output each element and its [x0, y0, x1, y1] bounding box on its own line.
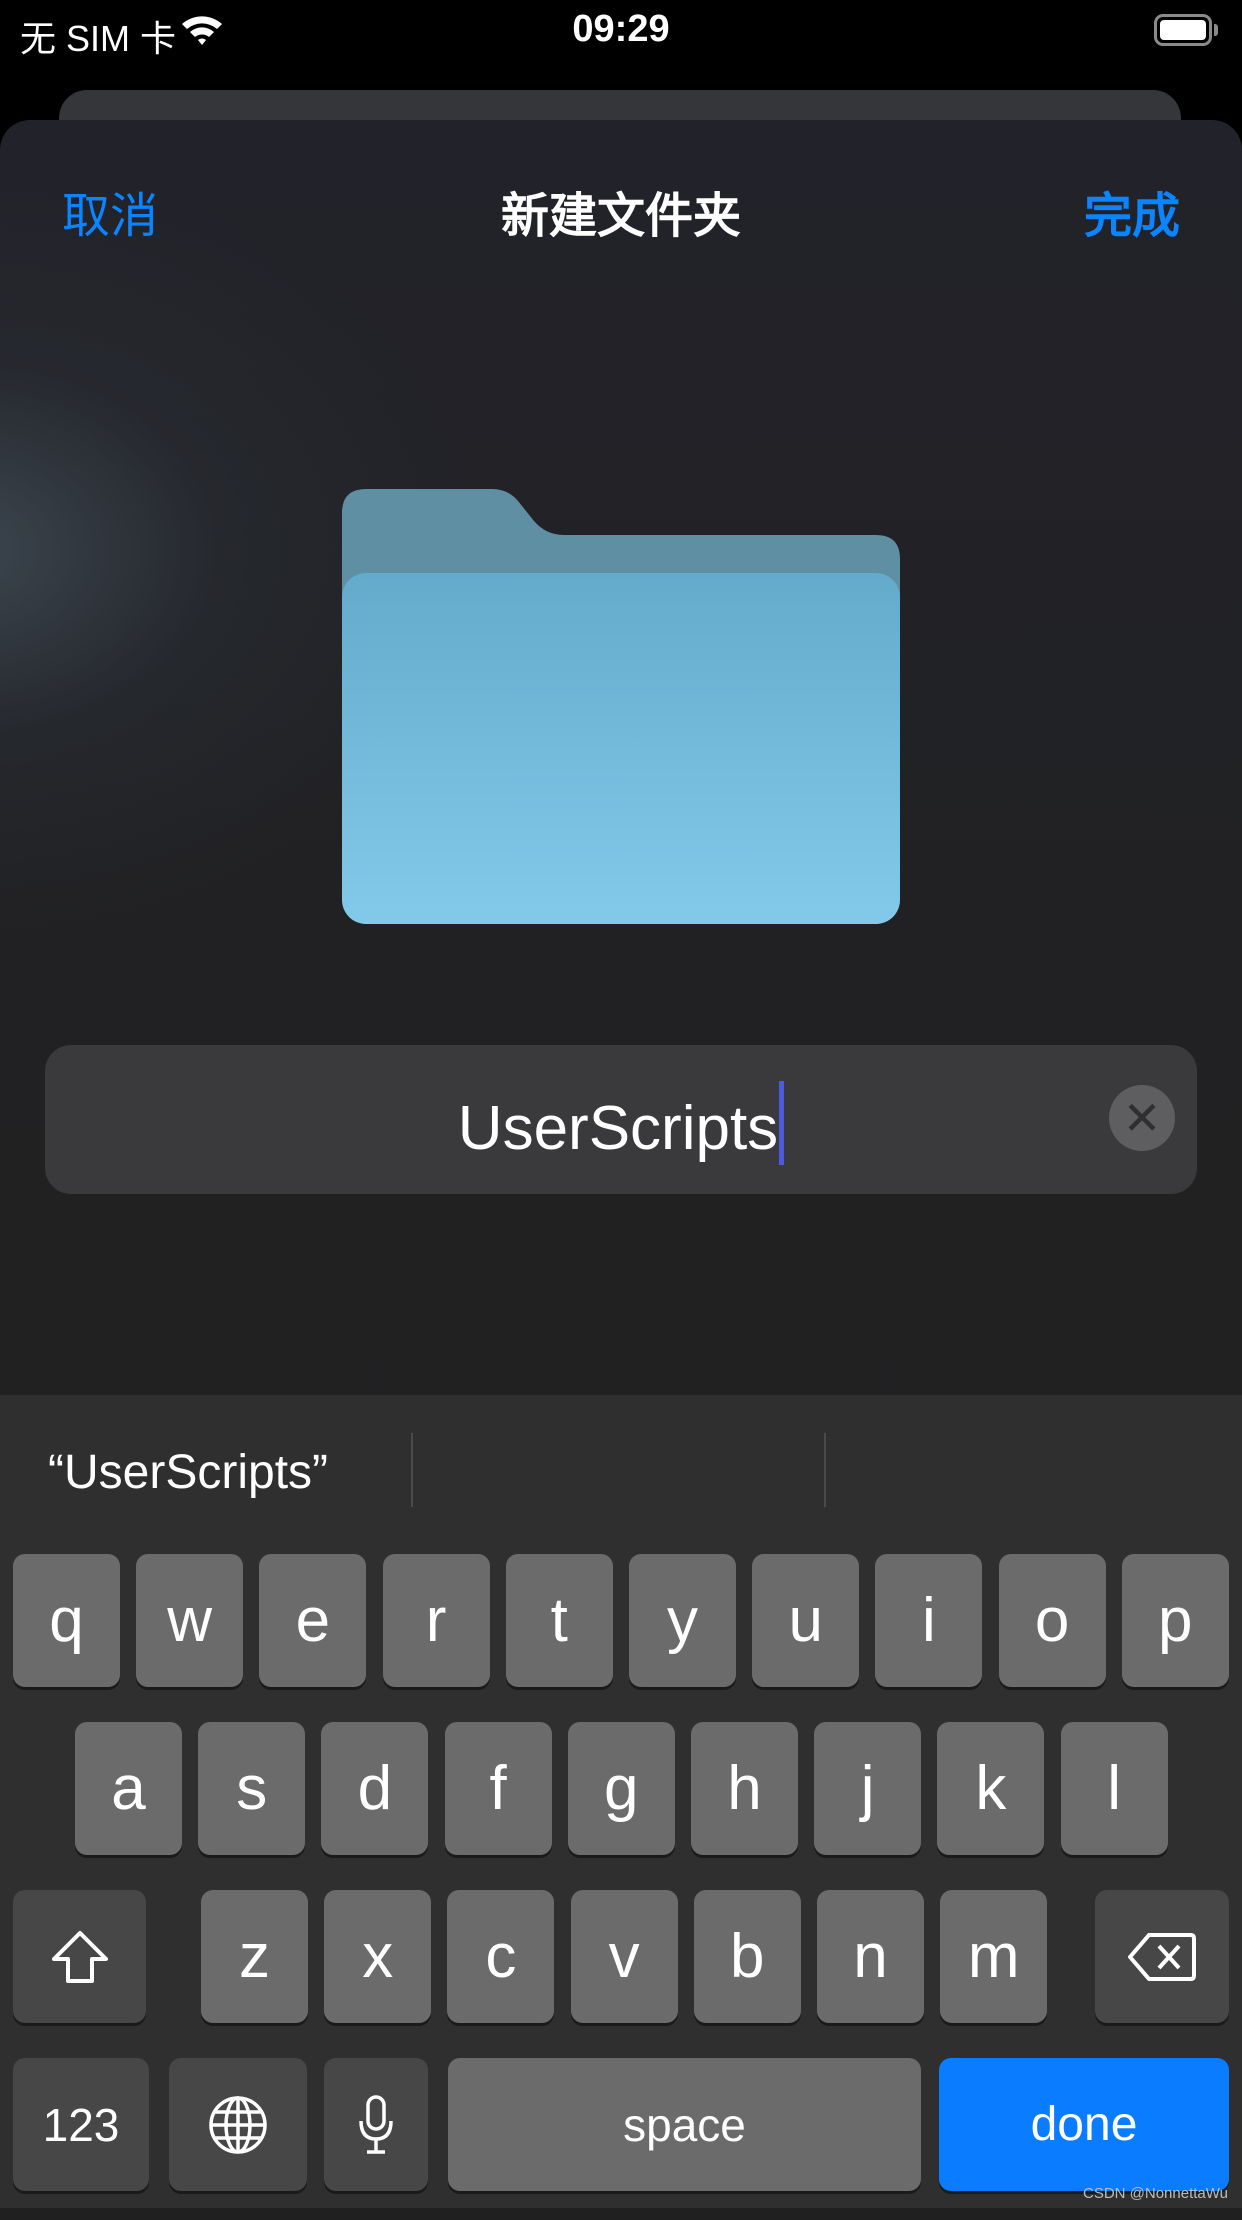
globe-key[interactable] [169, 2058, 307, 2191]
microphone-key[interactable] [324, 2058, 428, 2191]
clock: 09:29 [572, 8, 670, 50]
key-z[interactable]: z [201, 1890, 308, 2023]
space-key[interactable]: space [448, 2058, 921, 2191]
shift-icon [51, 1930, 108, 1983]
key-f[interactable]: f [444, 1722, 552, 1855]
key-g[interactable]: g [567, 1722, 675, 1855]
key-r[interactable]: r [382, 1554, 490, 1687]
battery-nub [1214, 24, 1218, 36]
delete-icon [1128, 1932, 1196, 1981]
keyboard-done-key[interactable]: done [939, 2058, 1229, 2191]
key-d[interactable]: d [321, 1722, 429, 1855]
key-h[interactable]: h [691, 1722, 798, 1855]
key-u[interactable]: u [752, 1554, 860, 1687]
status-bar: 无 SIM 卡 09:29 [0, 0, 1242, 70]
key-e[interactable]: e [259, 1554, 367, 1687]
key-a[interactable]: a [75, 1722, 182, 1855]
key-j[interactable]: j [814, 1722, 922, 1855]
folder-icon [342, 489, 900, 924]
shift-key[interactable] [13, 1890, 146, 2023]
globe-icon [209, 2095, 267, 2154]
suggestion-item[interactable]: “UserScripts” [48, 1445, 328, 1500]
key-b[interactable]: b [693, 1890, 801, 2023]
folder-name-value: UserScripts [457, 1094, 779, 1163]
key-w[interactable]: w [136, 1554, 244, 1687]
key-n[interactable]: n [817, 1890, 924, 2023]
battery-full-icon [1154, 14, 1212, 46]
text-cursor [779, 1081, 785, 1165]
key-m[interactable]: m [940, 1890, 1048, 2023]
microphone-icon [359, 2094, 393, 2154]
done-button[interactable]: 完成 [1084, 176, 1180, 246]
key-k[interactable]: k [937, 1722, 1045, 1855]
key-p[interactable]: p [1121, 1554, 1229, 1687]
delete-key[interactable] [1095, 1890, 1229, 2023]
key-i[interactable]: i [875, 1554, 983, 1687]
key-c[interactable]: c [447, 1890, 555, 2023]
suggestion-divider [411, 1433, 413, 1507]
watermark: CSDN @NonnettaWu [1082, 2185, 1228, 2202]
suggestion-divider [824, 1433, 826, 1507]
folder-name-input[interactable]: UserScripts ✕ [45, 1045, 1197, 1194]
key-v[interactable]: v [570, 1890, 678, 2023]
numbers-key[interactable]: 123 [13, 2058, 149, 2191]
key-q[interactable]: q [13, 1554, 120, 1687]
key-x[interactable]: x [324, 1890, 432, 2023]
key-s[interactable]: s [198, 1722, 306, 1855]
cancel-button[interactable]: 取消 [62, 176, 158, 246]
key-y[interactable]: y [629, 1554, 736, 1687]
clear-icon[interactable]: ✕ [1109, 1085, 1175, 1151]
key-t[interactable]: t [505, 1554, 613, 1687]
key-o[interactable]: o [998, 1554, 1106, 1687]
key-l[interactable]: l [1060, 1722, 1168, 1855]
